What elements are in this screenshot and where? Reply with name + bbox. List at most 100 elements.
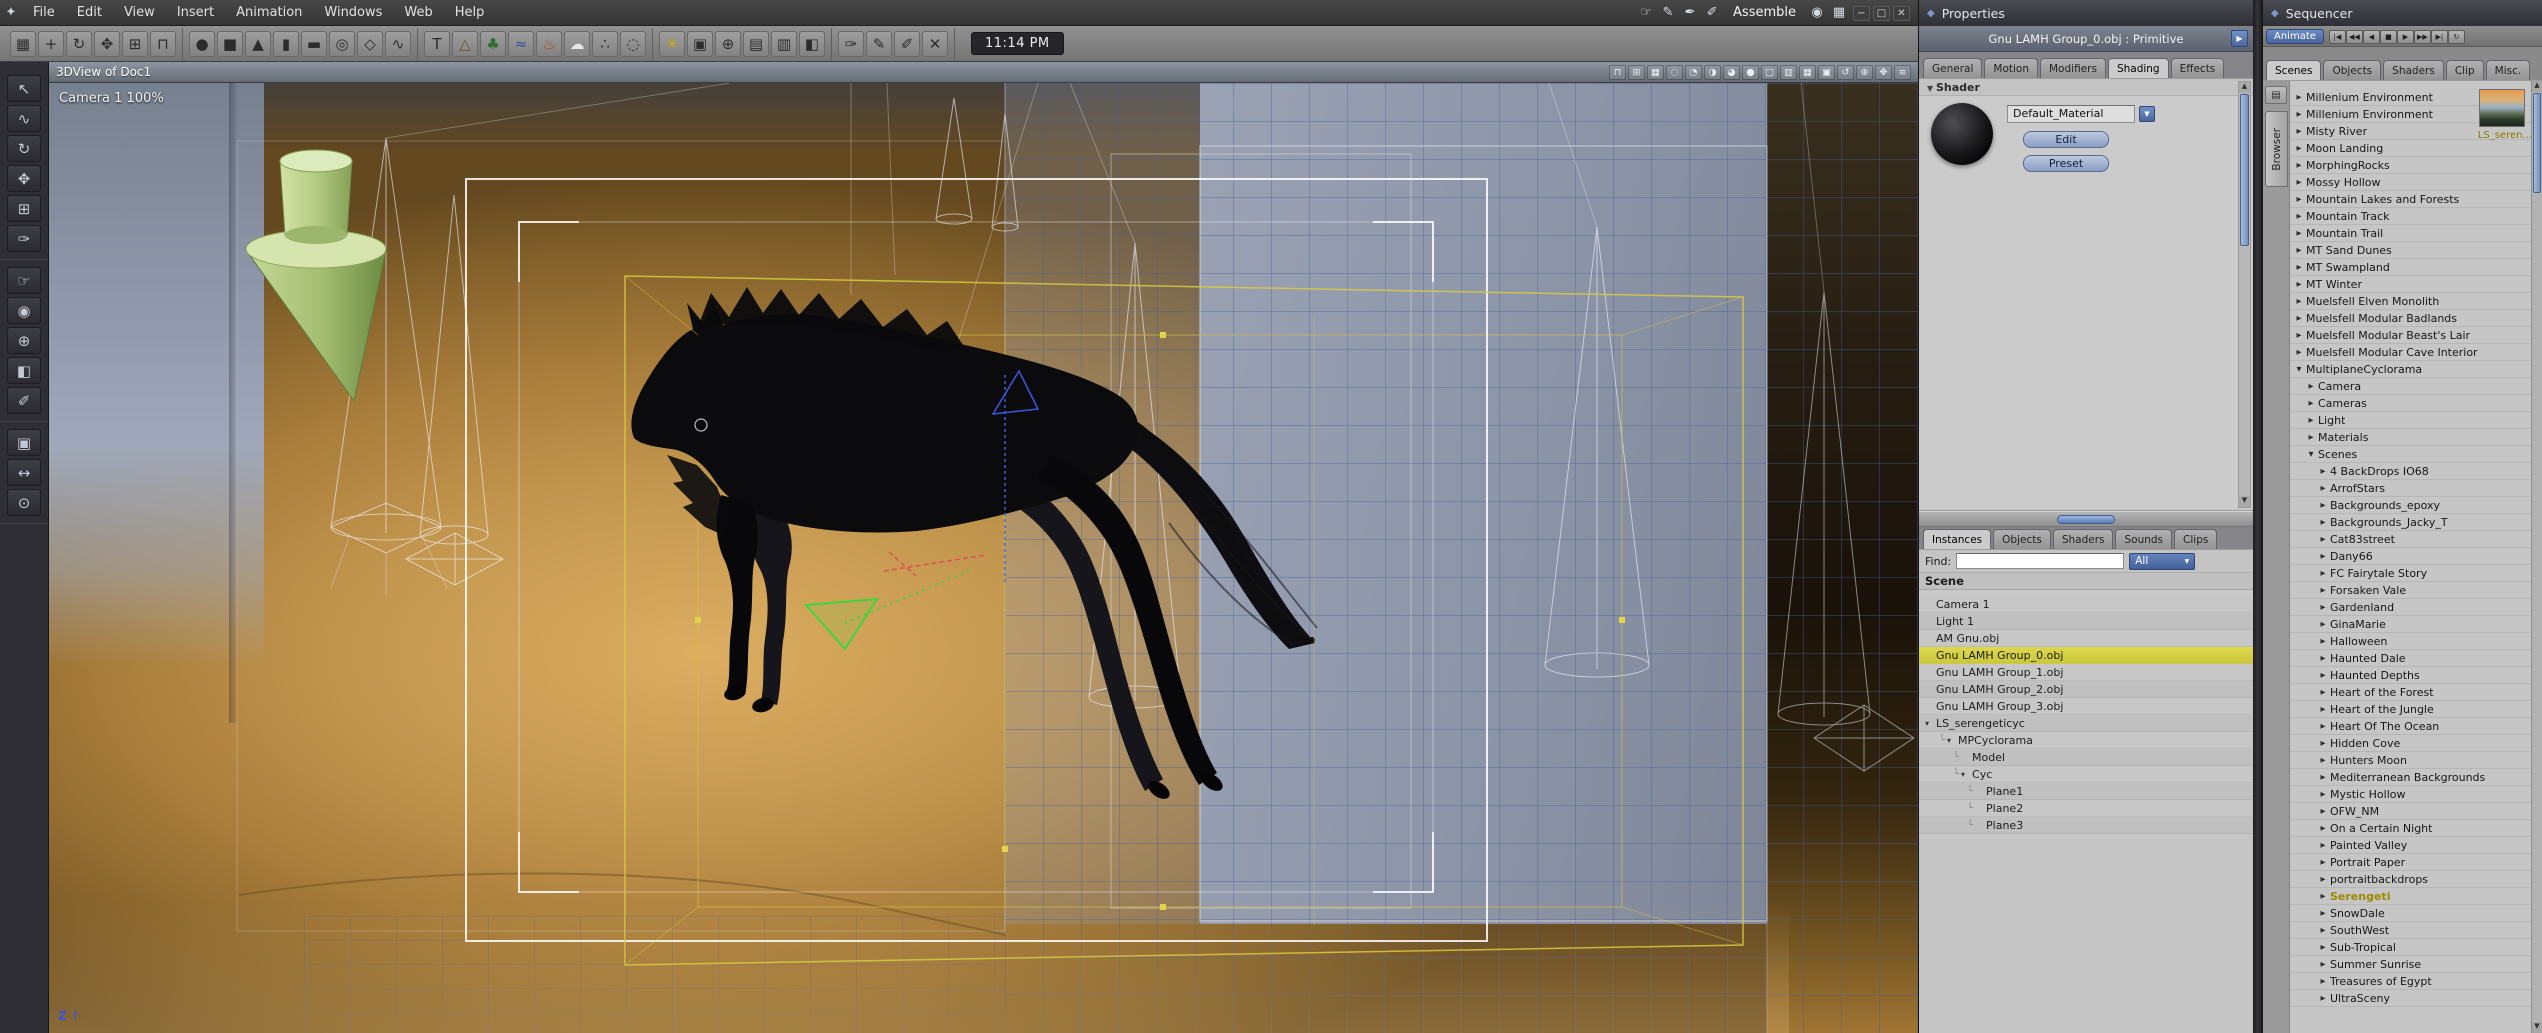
magnify-tool[interactable]: ⊕ [7, 327, 41, 354]
expander-icon[interactable]: ▶ [2318, 807, 2328, 815]
material-name-field[interactable]: Default_Material [2007, 105, 2135, 123]
expander-icon[interactable]: ▶ [2306, 433, 2316, 441]
scroll-up-icon[interactable] [2532, 81, 2542, 92]
library-item[interactable]: ▶ Portrait Paper [2290, 854, 2531, 871]
horse-model[interactable] [631, 287, 1318, 803]
expander-icon[interactable]: ▶ [2294, 93, 2304, 101]
tree-item[interactable]: Gnu LAMH Group_1.obj [1919, 664, 2253, 681]
expander-icon[interactable]: ▶ [2318, 467, 2328, 475]
insert-particles-icon[interactable]: ∴ [592, 30, 618, 57]
wireframe-mode-icon[interactable]: ◌ [1666, 64, 1683, 80]
insert-metaball-icon[interactable]: ◌ [620, 30, 646, 57]
brush-mode-icon[interactable]: ✐ [1701, 1, 1723, 25]
expander-icon[interactable]: ▶ [2318, 637, 2328, 645]
layout-quad-icon[interactable]: ▦ [1799, 64, 1816, 80]
pen-mode-icon[interactable]: ✒ [1679, 1, 1701, 25]
sequencer-header[interactable]: ◆ Sequencer [2263, 0, 2542, 26]
properties-scrollbar[interactable] [2238, 81, 2251, 508]
expander-icon[interactable]: ▾ [1961, 766, 1971, 783]
expander-icon[interactable]: ▶ [2306, 382, 2316, 390]
grid-snap-icon[interactable]: ⊞ [1628, 64, 1645, 80]
tab-sounds[interactable]: Sounds [2115, 529, 2173, 549]
expander-icon[interactable]: ▶ [2318, 501, 2328, 509]
animate-button[interactable]: Animate [2266, 28, 2324, 44]
expander-icon[interactable]: ▶ [2294, 127, 2304, 135]
bucket-tool[interactable]: ◉ [7, 297, 41, 324]
prev-frame-button[interactable]: ◀◀ [2345, 29, 2363, 44]
insert-cone-icon[interactable]: ▲ [245, 30, 271, 57]
brush-icon[interactable]: ✐ [894, 30, 920, 57]
material-popup-icon[interactable] [2139, 106, 2155, 122]
tab-instances[interactable]: Instances [1923, 529, 1992, 549]
brush-tool[interactable]: ✐ [7, 387, 41, 414]
jump-start-button[interactable]: |◀ [2328, 29, 2346, 44]
expander-icon[interactable]: ▶ [2294, 331, 2304, 339]
rotate-tool[interactable]: ↻ [7, 135, 41, 162]
library-item[interactable]: ▶ SouthWest [2290, 922, 2531, 939]
expander-icon[interactable]: ▶ [2294, 178, 2304, 186]
insert-sphere-icon[interactable]: ● [189, 30, 215, 57]
pencil-mode-icon[interactable]: ✎ [1657, 1, 1679, 25]
menu-item-edit[interactable]: Edit [66, 0, 113, 26]
find-input[interactable] [1956, 553, 2125, 569]
minimize-button[interactable]: − [1853, 5, 1870, 21]
library-item[interactable]: ▶ Sub-Tropical [2290, 939, 2531, 956]
expander-icon[interactable]: ▶ [2318, 994, 2328, 1002]
tab-scenes[interactable]: Scenes [2266, 60, 2322, 80]
delete-icon[interactable]: ✕ [922, 30, 948, 57]
tree-item[interactable]: └ ▾ MPCyclorama [1919, 732, 2253, 749]
library-item[interactable]: ▶ Muelsfell Modular Cave Interior [2290, 344, 2531, 361]
hand-mode-icon[interactable]: ☞ [1635, 1, 1657, 25]
magnet-icon[interactable]: ⊓ [150, 30, 176, 57]
library-item[interactable]: ▶ Mountain Track [2290, 208, 2531, 225]
library-item[interactable]: ▶ 4 BackDrops IO68 [2290, 463, 2531, 480]
tab-clips[interactable]: Clips [2174, 529, 2218, 549]
tree-item[interactable]: └ Plane3 [1919, 817, 2253, 834]
library-item[interactable]: ▶ Moon Landing [2290, 140, 2531, 157]
layout-split-icon[interactable]: ▥ [1780, 64, 1797, 80]
scale-icon[interactable]: ⊞ [122, 30, 148, 57]
tab-objects[interactable]: Objects [1993, 529, 2051, 549]
splitter-handle[interactable] [2057, 515, 2115, 524]
expander-icon[interactable]: ▶ [2318, 892, 2328, 900]
library-item[interactable]: ▶ UltraSceny [2290, 990, 2531, 1007]
insert-terrain-icon[interactable]: △ [452, 30, 478, 57]
library-item[interactable]: ▶ Mystic Hollow [2290, 786, 2531, 803]
browser-folder-icon[interactable]: ▤ [2265, 86, 2287, 104]
jump-end-button[interactable]: ▶| [2430, 29, 2448, 44]
material-preview-sphere[interactable] [1931, 103, 1993, 165]
library-item[interactable]: ▼ MultiplaneCyclorama [2290, 361, 2531, 378]
menu-item-windows[interactable]: Windows [313, 0, 393, 26]
edit-button[interactable]: Edit [2023, 131, 2109, 148]
scroll-down-icon[interactable] [2239, 496, 2250, 507]
tree-item[interactable]: AM Gnu.obj [1919, 630, 2253, 647]
expander-icon[interactable]: ▶ [2318, 739, 2328, 747]
tree-item[interactable]: └ Plane2 [1919, 800, 2253, 817]
menu-item-animation[interactable]: Animation [225, 0, 313, 26]
library-item[interactable]: ▶ Light [2290, 412, 2531, 429]
group-icon[interactable]: ▤ [743, 30, 769, 57]
object-nav-arrow-icon[interactable] [2231, 30, 2248, 47]
tab-modifiers[interactable]: Modifiers [2040, 58, 2106, 78]
expander-icon[interactable]: ▶ [2294, 280, 2304, 288]
menu-item-insert[interactable]: Insert [166, 0, 225, 26]
viewport-options-icon[interactable]: ≡ [1894, 64, 1911, 80]
stop-button[interactable]: ■ [2379, 29, 2397, 44]
expander-icon[interactable]: ▶ [2318, 824, 2328, 832]
expander-icon[interactable]: ▶ [2318, 535, 2328, 543]
camera-track-tool[interactable]: ▣ [7, 429, 41, 456]
expander-icon[interactable]: ▶ [2318, 671, 2328, 679]
lit-wireframe-mode-icon[interactable]: ◔ [1685, 64, 1702, 80]
menu-item-file[interactable]: File [22, 0, 66, 26]
expander-icon[interactable]: ▶ [2294, 161, 2304, 169]
play-reverse-button[interactable]: ◀ [2362, 29, 2380, 44]
expander-icon[interactable]: ▶ [2294, 246, 2304, 254]
render-icon[interactable]: ◧ [799, 30, 825, 57]
menu-item-web[interactable]: Web [393, 0, 443, 26]
close-button[interactable]: ✕ [1893, 5, 1910, 21]
tab-shaders[interactable]: Shaders [2383, 60, 2444, 80]
maximize-button[interactable]: □ [1873, 5, 1890, 21]
insert-fire-icon[interactable]: ♨ [536, 30, 562, 57]
tree-item[interactable]: ▾ LS_serengeticyc [1919, 715, 2253, 732]
tab-shaders[interactable]: Shaders [2052, 529, 2114, 549]
